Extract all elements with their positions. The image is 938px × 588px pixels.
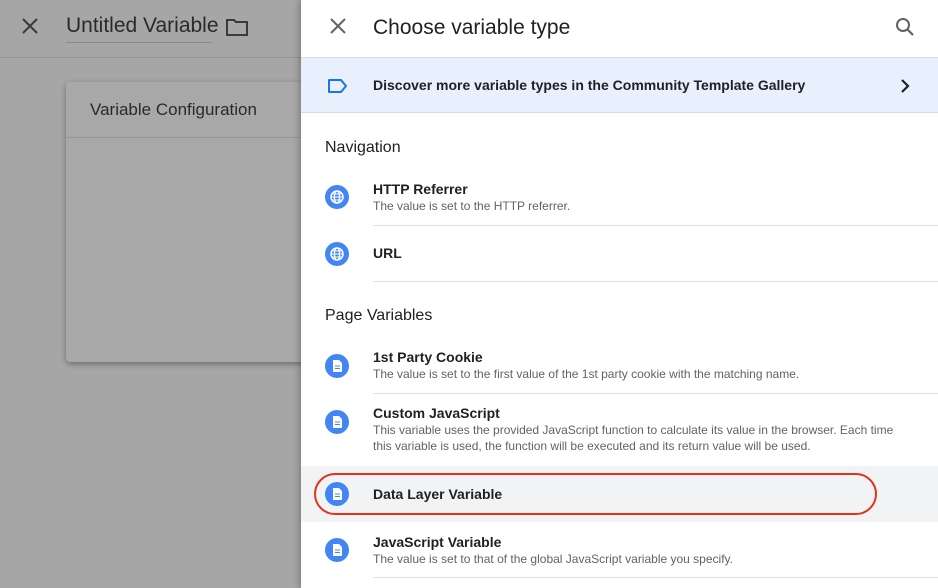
card-divider xyxy=(66,137,326,138)
label-tag-icon xyxy=(328,79,347,93)
folder-icon[interactable] xyxy=(225,16,249,38)
drawer-title: Choose variable type xyxy=(373,16,571,39)
variable-type-1st-party-cookie[interactable]: 1st Party Cookie The value is set to the… xyxy=(301,338,938,394)
item-description: This variable uses the provided JavaScri… xyxy=(373,423,894,453)
variable-name-field[interactable]: Untitled Variable xyxy=(66,14,219,43)
variable-type-drawer: Choose variable type Discover more varia… xyxy=(301,0,938,588)
variable-type-custom-javascript[interactable]: Custom JavaScript This variable uses the… xyxy=(301,394,938,466)
drawer-header: Choose variable type xyxy=(301,0,938,57)
card-title: Variable Configuration xyxy=(90,100,257,119)
close-icon[interactable] xyxy=(327,15,349,37)
gallery-link-text: Discover more variable types in the Comm… xyxy=(373,77,806,93)
document-icon xyxy=(325,538,349,562)
document-icon xyxy=(325,354,349,378)
item-description: The value is set to the first value of t… xyxy=(373,367,800,381)
search-icon[interactable] xyxy=(893,15,917,39)
item-name: JavaScript Variable xyxy=(373,534,502,550)
variable-type-http-referrer[interactable]: HTTP Referrer The value is set to the HT… xyxy=(301,170,938,226)
globe-icon xyxy=(325,185,349,209)
item-name: URL xyxy=(373,245,402,261)
section-title-navigation: Navigation xyxy=(325,139,401,156)
globe-icon xyxy=(325,242,349,266)
chevron-right-icon xyxy=(901,79,910,93)
variable-configuration-card: Variable Configuration xyxy=(66,82,326,362)
item-divider xyxy=(373,281,938,282)
item-name: HTTP Referrer xyxy=(373,181,468,197)
item-name: Data Layer Variable xyxy=(373,486,503,502)
item-name: 1st Party Cookie xyxy=(373,349,483,365)
item-name: Custom JavaScript xyxy=(373,405,500,421)
variable-type-data-layer-variable[interactable]: Data Layer Variable xyxy=(301,466,938,522)
document-icon xyxy=(325,482,349,506)
item-description: The value is set to the HTTP referrer. xyxy=(373,199,571,213)
variable-type-javascript-variable[interactable]: JavaScript Variable The value is set to … xyxy=(301,522,938,578)
document-icon xyxy=(325,410,349,434)
variable-type-url[interactable]: URL xyxy=(301,226,938,282)
item-description: The value is set to that of the global J… xyxy=(373,552,733,566)
community-template-gallery-link[interactable]: Discover more variable types in the Comm… xyxy=(301,57,938,113)
item-divider xyxy=(373,577,938,578)
close-icon[interactable] xyxy=(18,14,42,38)
section-title-page-variables: Page Variables xyxy=(325,307,433,324)
